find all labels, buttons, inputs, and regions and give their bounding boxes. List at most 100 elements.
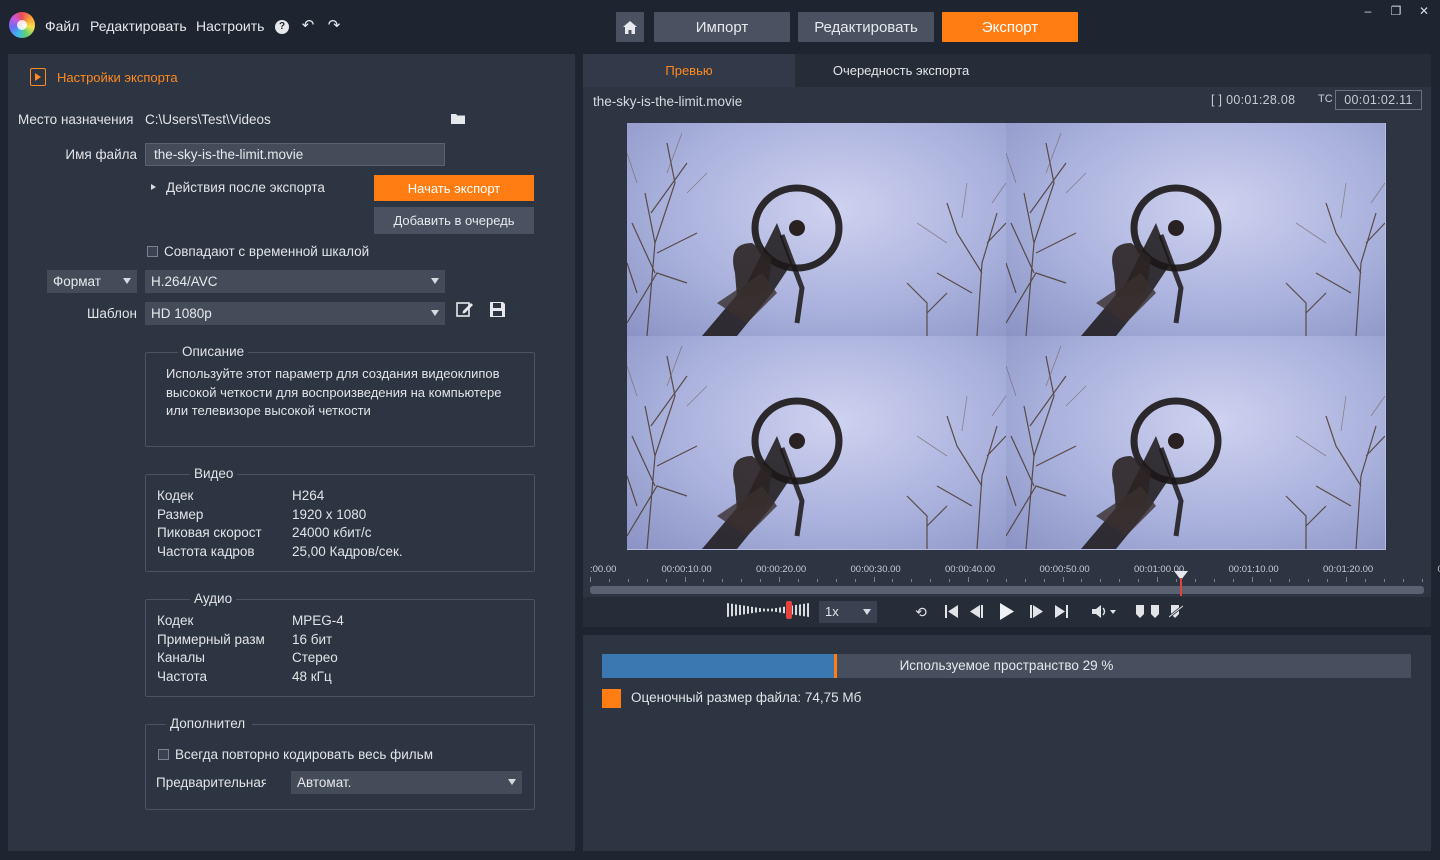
home-icon bbox=[623, 20, 637, 34]
tab-export-queue[interactable]: Очередность экспорта bbox=[795, 54, 1007, 87]
step-back-icon[interactable] bbox=[970, 605, 983, 618]
folder-icon[interactable] bbox=[451, 113, 465, 124]
ruler-tick bbox=[1232, 579, 1234, 582]
volume-icon[interactable] bbox=[1092, 605, 1118, 618]
ruler-tick bbox=[1251, 577, 1253, 582]
ruler-tick bbox=[797, 579, 799, 582]
preview-quality-label: Предварительная bbox=[156, 775, 266, 790]
home-button[interactable] bbox=[616, 12, 644, 42]
audio-spec-value: 48 кГц bbox=[292, 668, 332, 684]
menu-file[interactable]: Файл bbox=[45, 18, 79, 34]
ruler-tick bbox=[1346, 577, 1347, 582]
ruler-tick-label: 00:00:40.00 bbox=[945, 564, 996, 575]
speed-value: 1x bbox=[825, 604, 839, 619]
scrub-bar[interactable] bbox=[590, 586, 1424, 594]
minimize-icon[interactable]: ‒ bbox=[1361, 4, 1375, 18]
ruler-tick bbox=[1194, 579, 1196, 582]
menu-edit[interactable]: Редактировать bbox=[90, 18, 187, 34]
match-timeline-checkbox[interactable] bbox=[147, 246, 158, 257]
undo-icon[interactable]: ↶ bbox=[299, 17, 317, 35]
timecode-label: TC bbox=[1318, 93, 1333, 105]
expand-arrow-icon[interactable] bbox=[151, 184, 156, 190]
ruler-tick bbox=[892, 579, 894, 582]
chevron-down-icon bbox=[431, 310, 439, 316]
edit-template-icon[interactable] bbox=[456, 300, 474, 318]
nav-export-button[interactable]: Экспорт bbox=[942, 12, 1078, 42]
nav-edit-button[interactable]: Редактировать bbox=[798, 12, 934, 42]
nav-import-button[interactable]: Импорт bbox=[654, 12, 790, 42]
description-text: Используйте этот параметр для создания в… bbox=[166, 366, 502, 418]
mark-in-icon[interactable] bbox=[1136, 605, 1144, 618]
extra-group bbox=[145, 724, 535, 810]
save-template-icon[interactable] bbox=[489, 301, 506, 318]
timecode-field[interactable]: 00:01:02.11 bbox=[1335, 90, 1422, 110]
ruler-tick-label: 00:01:20.00 bbox=[1323, 564, 1374, 575]
format-value: H.264/AVC bbox=[151, 274, 218, 289]
audio-spec-value: Стерео bbox=[292, 650, 338, 666]
play-icon[interactable] bbox=[1000, 603, 1014, 620]
ruler-tick bbox=[949, 579, 951, 582]
ruler-tick bbox=[1421, 579, 1423, 582]
ruler-tick bbox=[835, 579, 837, 582]
video-frame-tile bbox=[627, 123, 1006, 336]
restore-icon[interactable]: ❐ bbox=[1389, 4, 1403, 18]
ruler-tick bbox=[1157, 577, 1158, 582]
timeline-ruler[interactable]: :00.00 00:00:10.00 00:00:20.00 00:00:30.00 0… bbox=[587, 560, 1440, 582]
audio-spec-key: Каналы bbox=[157, 650, 205, 666]
start-export-button[interactable]: Начать экспорт bbox=[374, 175, 534, 201]
help-icon[interactable]: ? bbox=[275, 20, 289, 34]
ruler-tick bbox=[1213, 579, 1215, 582]
ruler-tick-label: 00:00:50.00 bbox=[1039, 564, 1090, 575]
loop-icon[interactable]: ⟲ bbox=[910, 603, 932, 621]
ruler-tick bbox=[779, 577, 780, 582]
ruler-tick bbox=[1308, 579, 1310, 582]
clear-marks-icon[interactable] bbox=[1169, 605, 1183, 618]
ruler-tick bbox=[646, 579, 648, 582]
jog-knob[interactable] bbox=[786, 601, 792, 619]
preview-quality-select[interactable]: Автомат. bbox=[291, 771, 522, 794]
preview-filename: the-sky-is-the-limit.movie bbox=[593, 94, 743, 109]
go-to-end-icon[interactable] bbox=[1055, 605, 1068, 618]
speed-select[interactable]: 1x bbox=[819, 601, 877, 623]
go-to-start-icon[interactable] bbox=[945, 605, 958, 618]
ruler-tick bbox=[608, 579, 610, 582]
format-type-select[interactable]: Формат bbox=[47, 270, 137, 293]
extra-title: Дополнител bbox=[166, 716, 252, 731]
ruler-tick bbox=[1100, 579, 1102, 582]
add-to-queue-button[interactable]: Добавить в очередь bbox=[374, 207, 534, 234]
video-frame-tile bbox=[1006, 123, 1385, 336]
video-spec-value: 25,00 Кадров/сек. bbox=[292, 543, 403, 559]
playhead-line bbox=[1180, 578, 1182, 596]
ruler-tick bbox=[703, 579, 705, 582]
export-settings-title: Настройки экспорта bbox=[57, 70, 178, 85]
ruler-tick bbox=[1270, 579, 1272, 582]
reencode-checkbox[interactable] bbox=[158, 749, 169, 760]
format-select[interactable]: H.264/AVC bbox=[145, 270, 445, 293]
ruler-tick bbox=[816, 579, 818, 582]
ruler-tick bbox=[1364, 579, 1366, 582]
template-label: Шаблон bbox=[87, 306, 137, 321]
audio-spec-value: MPEG-4 bbox=[292, 613, 344, 628]
close-icon[interactable]: ✕ bbox=[1417, 4, 1431, 18]
redo-icon[interactable]: ↷ bbox=[325, 17, 343, 35]
template-value: HD 1080p bbox=[151, 306, 212, 321]
template-select[interactable]: HD 1080p bbox=[145, 302, 445, 325]
menu-settings[interactable]: Настроить bbox=[196, 18, 264, 34]
ruler-tick bbox=[1138, 579, 1140, 582]
ruler-tick bbox=[684, 577, 686, 582]
ruler-tick bbox=[760, 579, 762, 582]
destination-value: C:\Users\Test\Videos bbox=[145, 112, 271, 127]
ruler-tick bbox=[1043, 579, 1045, 582]
after-export-toggle[interactable]: Действия после экспорта bbox=[166, 180, 325, 195]
filename-input[interactable]: the-sky-is-the-limit.movie bbox=[145, 143, 445, 166]
step-forward-icon[interactable] bbox=[1030, 605, 1043, 618]
ruler-tick bbox=[627, 579, 629, 582]
tab-preview[interactable]: Превью bbox=[583, 54, 795, 87]
ruler-tick bbox=[930, 579, 932, 582]
video-spec-key: Частота кадров bbox=[157, 543, 255, 559]
match-timeline-label: Совпадают с временной шкалой bbox=[164, 244, 370, 259]
chevron-down-icon bbox=[123, 278, 131, 284]
mark-out-icon[interactable] bbox=[1151, 605, 1159, 618]
ruler-tick bbox=[1119, 579, 1121, 582]
audio-spec-key: Примерный разм bbox=[157, 631, 265, 647]
